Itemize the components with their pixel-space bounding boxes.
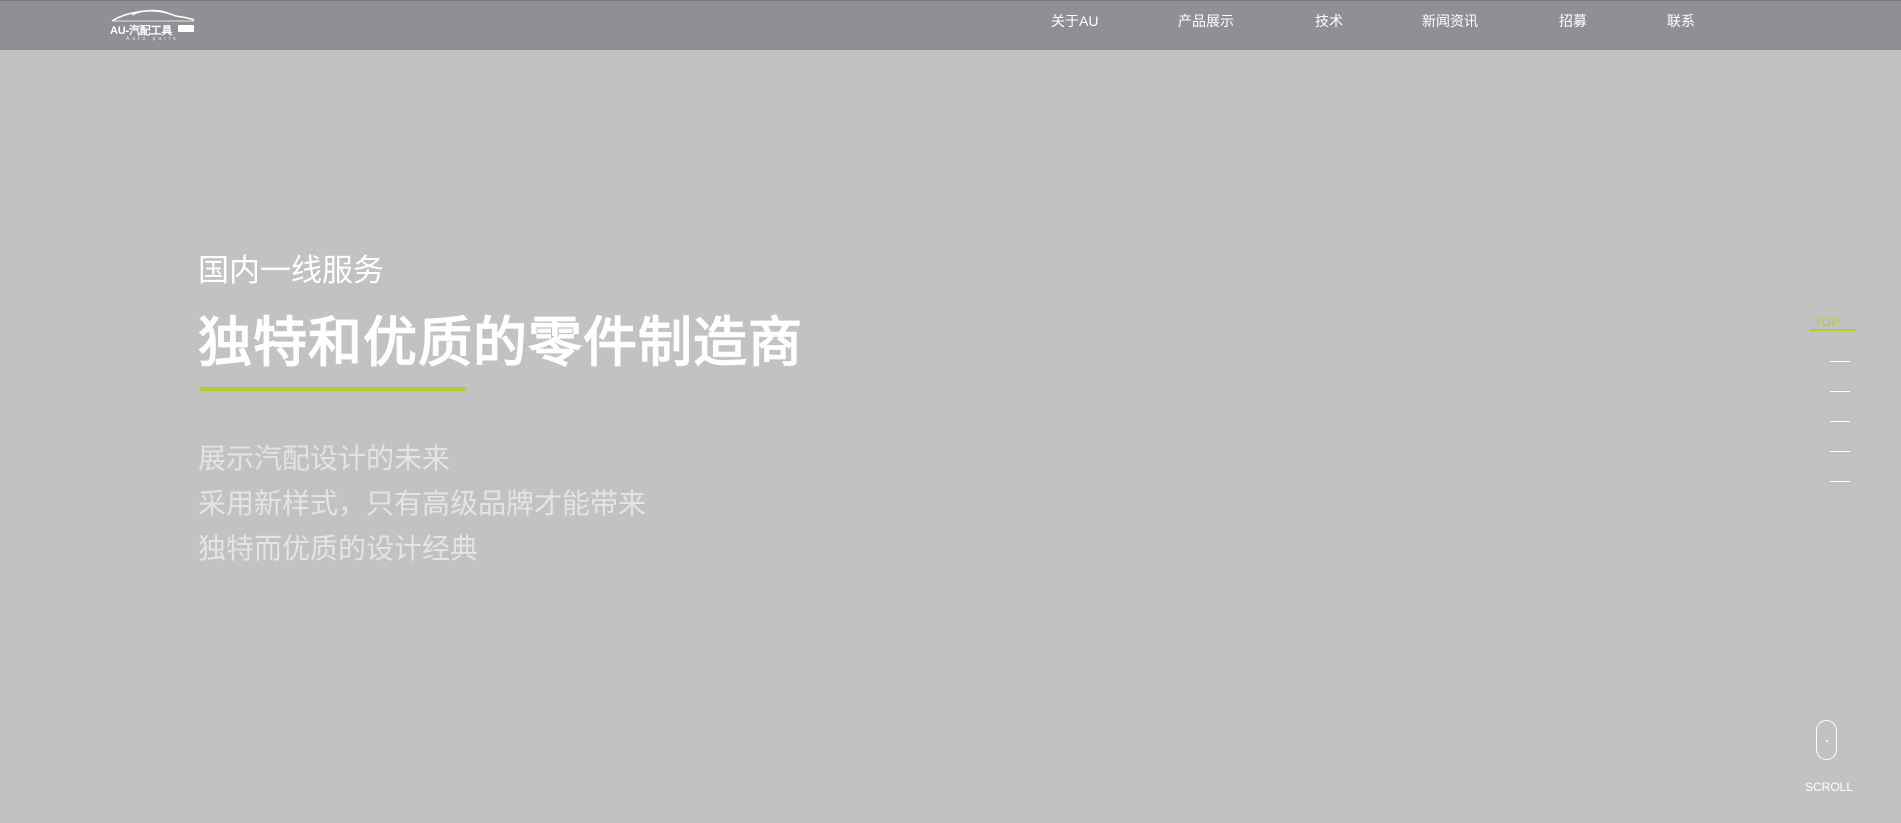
- hero-kicker: 国内一线服务: [198, 253, 384, 288]
- logo-subtitle: Auto parts: [126, 36, 179, 42]
- page: AU-汽配工具 Auto parts 关于AU 产品展示 技术 新闻资讯 招募 …: [0, 0, 1901, 823]
- header: AU-汽配工具 Auto parts 关于AU 产品展示 技术 新闻资讯 招募 …: [0, 0, 1901, 50]
- hero-underline: [200, 387, 466, 391]
- pager-dash-1[interactable]: [1830, 361, 1850, 362]
- hero-description: 展示汽配设计的未来 采用新样式，只有高级品牌才能带来 独特而优质的设计经典: [198, 436, 646, 571]
- nav-item-news[interactable]: 新闻资讯: [1422, 11, 1478, 31]
- hero-title: 独特和优质的零件制造商: [198, 313, 803, 373]
- scroll-mouse-icon[interactable]: [1816, 720, 1837, 760]
- hero-desc-line: 展示汽配设计的未来: [198, 443, 451, 474]
- nav-item-about[interactable]: 关于AU: [1051, 11, 1098, 31]
- hero-desc-line: 独特而优质的设计经典: [198, 533, 479, 564]
- logo[interactable]: AU-汽配工具 Auto parts: [110, 5, 200, 45]
- top-indicator-line: [1810, 329, 1855, 331]
- nav-item-products[interactable]: 产品展示: [1178, 11, 1234, 31]
- side-pager: TOP: [1800, 312, 1860, 492]
- pager-dash-2[interactable]: [1830, 391, 1850, 392]
- pager-dash-3[interactable]: [1830, 421, 1850, 422]
- hero-desc-line: 采用新样式，只有高级品牌才能带来: [198, 488, 647, 519]
- nav-item-contact[interactable]: 联系: [1667, 11, 1695, 31]
- logo-badge: [178, 25, 194, 32]
- pager-dash-4[interactable]: [1830, 451, 1850, 452]
- pager-dash-5[interactable]: [1830, 481, 1850, 482]
- top-button[interactable]: TOP: [1814, 315, 1840, 329]
- nav-item-technology[interactable]: 技术: [1315, 11, 1343, 31]
- nav-item-recruit[interactable]: 招募: [1559, 11, 1587, 31]
- scroll-label: SCROLL: [1805, 780, 1854, 794]
- scroll-wheel-dot: [1826, 740, 1828, 742]
